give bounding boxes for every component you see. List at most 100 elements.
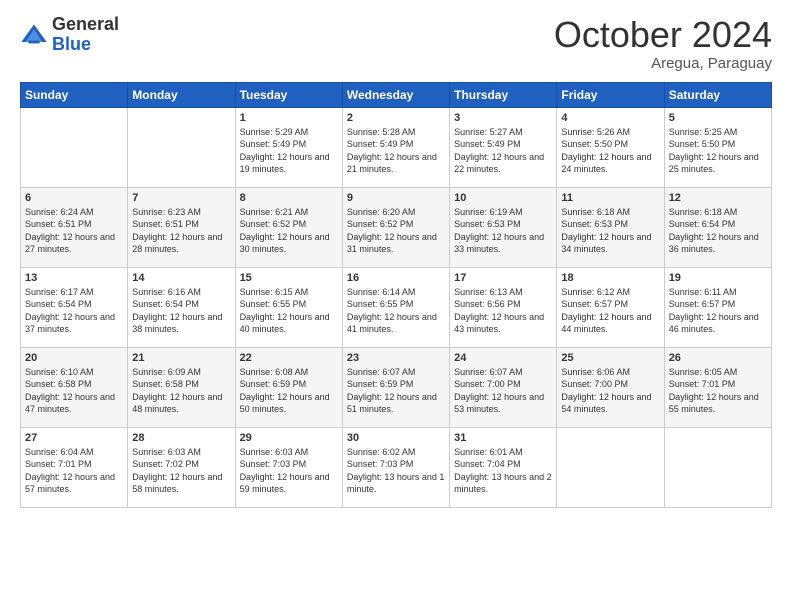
day-number: 13 [25,272,123,284]
day-header: Saturday [664,82,771,107]
day-header: Wednesday [342,82,449,107]
calendar-week-row: 1 Sunrise: 5:29 AMSunset: 5:49 PMDaylight… [21,107,772,187]
logo-icon [20,21,48,49]
calendar-week-row: 20Sunrise: 6:10 AMSunset: 6:58 PMDayligh… [21,347,772,427]
calendar-cell: 24Sunrise: 6:07 AMSunset: 7:00 PMDayligh… [450,347,557,427]
day-number: 14 [132,272,230,284]
calendar-cell: 5Sunrise: 5:25 AMSunset: 5:50 PMDaylight… [664,107,771,187]
day-number: 6 [25,192,123,204]
day-info: Sunrise: 6:17 AMSunset: 6:54 PMDaylight:… [25,286,123,336]
calendar-cell: 3 Sunrise: 5:27 AMSunset: 5:49 PMDaylight… [450,107,557,187]
calendar-cell [21,107,128,187]
calendar-table: SundayMondayTuesdayWednesdayThursdayFrid… [20,82,772,508]
day-header: Friday [557,82,664,107]
day-header: Sunday [21,82,128,107]
month-title: October 2024 [554,15,772,55]
day-info: Sunrise: 6:24 AMSunset: 6:51 PMDaylight:… [25,206,123,256]
day-info: Sunrise: 6:14 AMSunset: 6:55 PMDaylight:… [347,286,445,336]
logo-text: General Blue [52,15,119,55]
calendar-cell: 31 Sunrise: 6:01 AMSunset: 7:04 PMDayligh… [450,427,557,507]
day-number: 10 [454,192,552,204]
day-info: Sunrise: 6:12 AMSunset: 6:57 PMDaylight:… [561,286,659,336]
day-number: 5 [669,112,767,124]
logo: General Blue [20,15,119,55]
calendar-cell [128,107,235,187]
day-number: 11 [561,192,659,204]
day-number: 4 [561,112,659,124]
calendar-cell [664,427,771,507]
header: General Blue October 2024 Aregua, Paragu… [20,15,772,72]
calendar-header-row: SundayMondayTuesdayWednesdayThursdayFrid… [21,82,772,107]
day-info: Sunrise: 6:02 AMSunset: 7:03 PMDaylight:… [347,446,445,496]
day-header: Thursday [450,82,557,107]
calendar-cell: 4Sunrise: 5:26 AMSunset: 5:50 PMDaylight… [557,107,664,187]
day-number: 3 [454,112,552,124]
day-info: Sunrise: 6:21 AMSunset: 6:52 PMDaylight:… [240,206,338,256]
day-info: Sunrise: 5:28 AMSunset: 5:49 PMDaylight:… [347,126,445,176]
calendar-cell: 7Sunrise: 6:23 AMSunset: 6:51 PMDaylight… [128,187,235,267]
day-number: 26 [669,352,767,364]
calendar-week-row: 27 Sunrise: 6:04 AMSunset: 7:01 PMDayligh… [21,427,772,507]
day-number: 29 [240,432,338,444]
calendar-cell: 25 Sunrise: 6:06 AMSunset: 7:00 PMDayligh… [557,347,664,427]
calendar-cell: 19 Sunrise: 6:11 AMSunset: 6:57 PMDayligh… [664,267,771,347]
day-info: Sunrise: 6:06 AMSunset: 7:00 PMDaylight:… [561,366,659,416]
day-info: Sunrise: 6:18 AMSunset: 6:54 PMDaylight:… [669,206,767,256]
day-number: 9 [347,192,445,204]
day-info: Sunrise: 6:13 AMSunset: 6:56 PMDaylight:… [454,286,552,336]
calendar-cell [557,427,664,507]
calendar-cell: 21Sunrise: 6:09 AMSunset: 6:58 PMDayligh… [128,347,235,427]
day-info: Sunrise: 5:27 AMSunset: 5:49 PMDaylight:… [454,126,552,176]
day-number: 16 [347,272,445,284]
day-number: 12 [669,192,767,204]
calendar-week-row: 13 Sunrise: 6:17 AMSunset: 6:54 PMDayligh… [21,267,772,347]
day-number: 30 [347,432,445,444]
calendar-cell: 22 Sunrise: 6:08 AMSunset: 6:59 PMDayligh… [235,347,342,427]
calendar-cell: 20Sunrise: 6:10 AMSunset: 6:58 PMDayligh… [21,347,128,427]
day-info: Sunrise: 6:19 AMSunset: 6:53 PMDaylight:… [454,206,552,256]
day-number: 31 [454,432,552,444]
day-info: Sunrise: 6:18 AMSunset: 6:53 PMDaylight:… [561,206,659,256]
calendar-cell: 10 Sunrise: 6:19 AMSunset: 6:53 PMDayligh… [450,187,557,267]
calendar-cell: 17Sunrise: 6:13 AMSunset: 6:56 PMDayligh… [450,267,557,347]
calendar-week-row: 6 Sunrise: 6:24 AMSunset: 6:51 PMDaylight… [21,187,772,267]
day-header: Tuesday [235,82,342,107]
calendar-cell: 1 Sunrise: 5:29 AMSunset: 5:49 PMDaylight… [235,107,342,187]
day-info: Sunrise: 6:07 AMSunset: 7:00 PMDaylight:… [454,366,552,416]
calendar-cell: 23Sunrise: 6:07 AMSunset: 6:59 PMDayligh… [342,347,449,427]
day-number: 22 [240,352,338,364]
day-info: Sunrise: 6:05 AMSunset: 7:01 PMDaylight:… [669,366,767,416]
calendar-cell: 14 Sunrise: 6:16 AMSunset: 6:54 PMDayligh… [128,267,235,347]
calendar-cell: 9 Sunrise: 6:20 AMSunset: 6:52 PMDaylight… [342,187,449,267]
title-block: October 2024 Aregua, Paraguay [554,15,772,72]
day-info: Sunrise: 6:16 AMSunset: 6:54 PMDaylight:… [132,286,230,336]
calendar-cell: 13 Sunrise: 6:17 AMSunset: 6:54 PMDayligh… [21,267,128,347]
day-number: 27 [25,432,123,444]
calendar-cell: 8Sunrise: 6:21 AMSunset: 6:52 PMDaylight… [235,187,342,267]
day-number: 2 [347,112,445,124]
day-number: 25 [561,352,659,364]
day-number: 1 [240,112,338,124]
page: General Blue October 2024 Aregua, Paragu… [0,0,792,612]
calendar-cell: 6 Sunrise: 6:24 AMSunset: 6:51 PMDaylight… [21,187,128,267]
day-number: 20 [25,352,123,364]
calendar-cell: 16 Sunrise: 6:14 AMSunset: 6:55 PMDayligh… [342,267,449,347]
day-info: Sunrise: 6:04 AMSunset: 7:01 PMDaylight:… [25,446,123,496]
location: Aregua, Paraguay [554,55,772,72]
day-info: Sunrise: 6:08 AMSunset: 6:59 PMDaylight:… [240,366,338,416]
day-number: 19 [669,272,767,284]
day-header: Monday [128,82,235,107]
day-number: 23 [347,352,445,364]
day-info: Sunrise: 6:03 AMSunset: 7:03 PMDaylight:… [240,446,338,496]
day-info: Sunrise: 6:20 AMSunset: 6:52 PMDaylight:… [347,206,445,256]
calendar-cell: 26 Sunrise: 6:05 AMSunset: 7:01 PMDayligh… [664,347,771,427]
calendar-cell: 15Sunrise: 6:15 AMSunset: 6:55 PMDayligh… [235,267,342,347]
day-info: Sunrise: 6:11 AMSunset: 6:57 PMDaylight:… [669,286,767,336]
day-info: Sunrise: 5:29 AMSunset: 5:49 PMDaylight:… [240,126,338,176]
day-info: Sunrise: 6:01 AMSunset: 7:04 PMDaylight:… [454,446,552,496]
day-number: 18 [561,272,659,284]
day-info: Sunrise: 6:03 AMSunset: 7:02 PMDaylight:… [132,446,230,496]
day-number: 21 [132,352,230,364]
calendar-cell: 29 Sunrise: 6:03 AMSunset: 7:03 PMDayligh… [235,427,342,507]
calendar-cell: 28Sunrise: 6:03 AMSunset: 7:02 PMDayligh… [128,427,235,507]
